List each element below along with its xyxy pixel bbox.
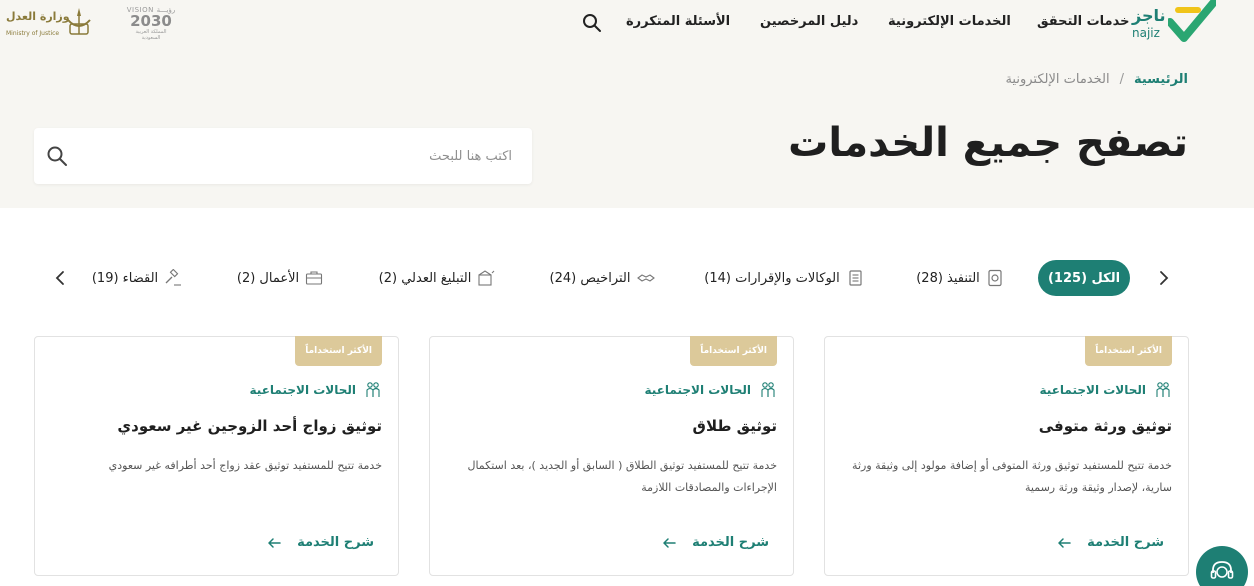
card-category: الحالات الاجتماعية: [1040, 381, 1172, 399]
papers-icon: [849, 270, 862, 286]
card-description: خدمة تتيح للمستفيد توثيق ورثة المتوفى أو…: [852, 459, 1172, 494]
tab-enforcement-label: التنفيذ (28): [916, 270, 980, 286]
breadcrumb-separator: /: [1119, 72, 1124, 87]
card-category-label: الحالات الاجتماعية: [249, 383, 356, 397]
moj-arabic-text: وزارة العدل: [6, 10, 70, 23]
tab-judicial-notification[interactable]: التبليغ العدلي (2): [374, 260, 500, 296]
vision-country: المملكة العربية السعودية: [135, 29, 167, 41]
moj-english-text: Ministry of Justice: [6, 30, 60, 37]
tab-notification-label: التبليغ العدلي (2): [378, 270, 472, 286]
najiz-logo[interactable]: ناجز najiz: [1128, 0, 1218, 44]
najiz-check-icon: [1168, 0, 1216, 42]
ministry-of-justice-logo: وزارة العدل Ministry of Justice: [6, 4, 96, 40]
document-icon: [988, 269, 1002, 287]
tab-judiciary-label: القضاء (19): [91, 270, 159, 286]
service-card[interactable]: الأكثر استخداماً الحالات الاجتماعية توثي…: [824, 336, 1189, 576]
notify-icon: [478, 270, 495, 286]
headset-icon: [1210, 561, 1234, 579]
gavel-icon: [165, 269, 182, 286]
page-title: تصفح جميع الخدمات: [788, 120, 1188, 166]
nav-e-services[interactable]: الخدمات الإلكترونية: [888, 14, 1011, 29]
card-title: توثيق ورثة متوفى: [1038, 417, 1172, 435]
service-search-box: [34, 128, 532, 184]
service-card[interactable]: الأكثر استخداماً الحالات الاجتماعية توثي…: [34, 336, 399, 576]
card-description: خدمة تتيح للمستفيد توثيق الطلاق ( السابق…: [467, 459, 777, 494]
tab-business[interactable]: الأعمال (2): [232, 260, 328, 296]
most-used-badge: الأكثر استخداماً: [690, 336, 777, 366]
handshake-icon: [636, 274, 655, 282]
card-category: الحالات الاجتماعية: [250, 381, 382, 399]
service-search-input[interactable]: [94, 128, 522, 184]
tabs-prev-arrow-icon[interactable]: [1154, 268, 1174, 288]
tabs-next-arrow-icon[interactable]: [50, 268, 70, 288]
tab-licenses[interactable]: التراخيص (24): [546, 260, 658, 296]
card-category-label: الحالات الاجتماعية: [644, 383, 751, 397]
arrow-left-icon: [663, 537, 676, 548]
breadcrumb-home-link[interactable]: الرئيسية: [1134, 72, 1188, 87]
card-title: توثيق طلاق: [692, 417, 777, 435]
tab-enforcement[interactable]: التنفيذ (28): [912, 260, 1008, 296]
breadcrumb: الرئيسية / الخدمات الإلكترونية: [1005, 72, 1188, 87]
card-category-label: الحالات الاجتماعية: [1039, 383, 1146, 397]
tab-business-label: الأعمال (2): [236, 270, 300, 286]
service-explanation-link[interactable]: شرح الخدمة: [267, 535, 374, 550]
service-explanation-link[interactable]: شرح الخدمة: [662, 535, 769, 550]
nav-search-icon[interactable]: [582, 13, 602, 33]
support-chat-button[interactable]: [1196, 546, 1248, 586]
card-category: الحالات الاجتماعية: [645, 381, 777, 399]
nav-licensees-guide[interactable]: دليل المرخصين: [760, 14, 858, 29]
vision-2030-logo: VISION رؤيـــة 2030 المملكة العربية السع…: [126, 6, 176, 42]
tab-judiciary[interactable]: القضاء (19): [88, 260, 186, 296]
tab-all[interactable]: الكل (125): [1038, 260, 1130, 296]
service-card[interactable]: الأكثر استخداماً الحالات الاجتماعية توثي…: [429, 336, 794, 576]
family-icon: [366, 382, 380, 397]
arrow-left-icon: [1058, 537, 1071, 548]
most-used-badge: الأكثر استخداماً: [295, 336, 382, 366]
most-used-badge: الأكثر استخداماً: [1085, 336, 1172, 366]
service-explanation-link[interactable]: شرح الخدمة: [1057, 535, 1164, 550]
vision-year: 2030: [130, 12, 172, 30]
logo-english-text: najiz: [1132, 26, 1160, 40]
service-explanation-label: شرح الخدمة: [692, 535, 769, 550]
tab-agencies-declarations[interactable]: الوكالات والإقرارات (14): [702, 260, 866, 296]
card-description: خدمة تتيح للمستفيد توثيق عقد زواج أحد أط…: [108, 459, 382, 472]
service-explanation-label: شرح الخدمة: [1087, 535, 1164, 550]
tab-all-label: الكل (125): [1047, 270, 1121, 286]
nav-faq[interactable]: الأسئلة المتكررة: [626, 14, 730, 29]
logo-arabic-text: ناجز: [1132, 6, 1166, 25]
moj-emblem-icon: [67, 8, 91, 35]
search-icon[interactable]: [46, 145, 68, 167]
tab-licenses-label: التراخيص (24): [549, 270, 631, 286]
breadcrumb-current: الخدمات الإلكترونية: [1005, 72, 1110, 87]
briefcase-icon: [306, 271, 323, 285]
tab-agencies-label: الوكالات والإقرارات (14): [704, 270, 840, 286]
family-icon: [1156, 382, 1170, 397]
arrow-left-icon: [268, 537, 281, 548]
service-explanation-label: شرح الخدمة: [297, 535, 374, 550]
nav-verification-services[interactable]: خدمات التحقق: [1037, 14, 1130, 29]
card-title: توثيق زواج أحد الزوجين غير سعودي: [117, 417, 382, 435]
family-icon: [761, 382, 775, 397]
